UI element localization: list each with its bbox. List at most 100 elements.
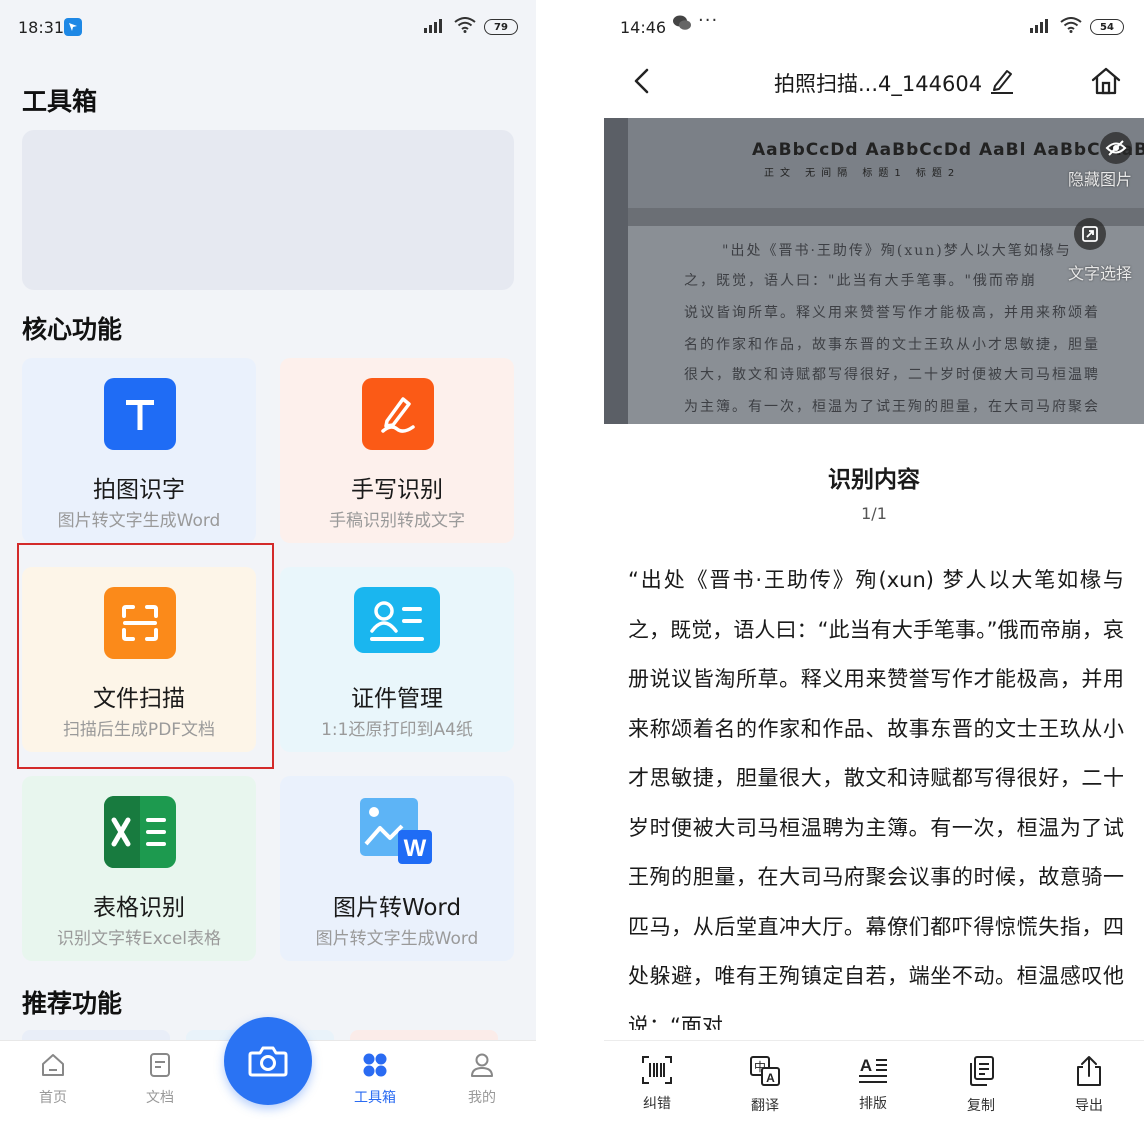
back-button[interactable] [628,66,658,96]
translate-button[interactable]: 中A 翻译 [730,1055,800,1115]
card-table-ocr[interactable]: 表格识别 识别文字转Excel表格 [22,776,256,961]
status-bar: 14:46 ··· 54 [604,0,1144,56]
card-photo-ocr[interactable]: 拍图识字 图片转文字生成Word [22,358,256,543]
handwriting-pen-icon [362,378,434,450]
home-icon [42,1054,64,1076]
photo-ribbon-bar [628,208,1144,226]
wifi-icon [1060,17,1082,37]
card-subtitle: 图片转文字生成Word [57,511,221,531]
wechat-icon [672,14,692,36]
scan-result-screen: 14:46 ··· 54 拍照扫描...4_144604 AaBbCcDd Aa… [604,0,1144,1125]
nav-label: 文档 [146,1090,174,1106]
top-bar: 拍照扫描...4_144604 [604,56,1144,108]
eye-off-icon [1100,132,1132,164]
section-title-recommend: 推荐功能 [22,989,123,1018]
card-subtitle: 图片转文字生成Word [315,929,479,949]
rename-button[interactable] [988,66,1016,98]
nav-toolbox[interactable]: 工具箱 [340,1051,410,1107]
signal-icon [1030,18,1052,37]
page-title: 工具箱 [22,87,98,116]
home-icon [1091,67,1121,95]
nav-home[interactable]: 首页 [18,1051,88,1107]
tool-label: 翻译 [751,1098,779,1114]
tool-label: 导出 [1075,1098,1103,1114]
nav-profile[interactable]: 我的 [447,1051,517,1107]
hide-image-button[interactable]: 隐藏图片 [1068,132,1132,190]
status-bar: 18:31 79 [0,0,536,56]
card-subtitle: 手稿识别转成文字 [329,511,465,531]
photo-text-line: 说议皆询所草。释义用来赞誉写作才能极高，并用来称颂着 [684,305,1100,321]
tool-label: 排版 [859,1096,887,1112]
card-title: 手写识别 [351,477,443,503]
scanned-photo[interactable]: AaBbCcDd AaBbCcDd AaBl AaBbC AaBbC AaBbC… [604,118,1144,424]
nav-documents[interactable]: 文档 [125,1051,195,1107]
cursor-select-icon [1074,218,1106,250]
export-icon [1077,1056,1101,1086]
camera-button[interactable] [224,1017,312,1105]
photo-ribbon: AaBbCcDd AaBbCcDd AaBl AaBbC AaBbC AaBbC… [628,118,1144,208]
photo-text-line: 之，既觉，语人曰："此当有大手笔事。"俄而帝崩 [684,273,1037,289]
photo-text-line: 名的作家和作品，故事东晋的文士王玖从小才思敏捷，胆量 [684,337,1100,353]
card-id-management[interactable]: 证件管理 1:1还原打印到A4纸 [280,567,514,752]
text-t-icon [104,378,176,450]
card-subtitle: 识别文字转Excel表格 [56,929,222,949]
copy-button[interactable]: 复制 [946,1055,1016,1115]
card-subtitle: 1:1还原打印到A4纸 [321,720,473,740]
layout-button[interactable]: A 排版 [838,1055,908,1113]
nav-label: 工具箱 [354,1090,396,1106]
status-time: 14:46 [620,18,667,37]
camera-icon [248,1046,288,1077]
tool-label: 纠错 [643,1096,671,1112]
grid-icon [363,1053,387,1077]
recognized-text: “出处《晋书·王助传》殉(xun) 梦人以大笔如椽与之，既觉，语人曰：“此当有大… [628,568,1124,1030]
card-title: 表格识别 [93,895,185,921]
nav-label: 首页 [39,1090,67,1106]
photo-text-line: 很大，散文和诗赋都写得很好，二十岁时便被大司马桓温聘 [684,367,1100,383]
home-button[interactable] [1090,65,1122,101]
photo-ribbon-caption: 正文 无间隔 标题1 标题2 [764,168,961,179]
text-select-button[interactable] [1074,218,1106,250]
card-image-to-word[interactable]: W 图片转Word 图片转文字生成Word [280,776,514,961]
battery-indicator: 54 [1090,19,1124,35]
user-icon [471,1053,493,1077]
card-title: 拍图识字 [93,477,185,503]
more-notifications-icon: ··· [698,10,719,31]
toolbox-screen: 18:31 79 工具箱 核心功能 拍图识字 图片转文字生成Word 手写识别 … [0,0,536,1125]
translate-icon: 中A [750,1056,780,1086]
text-select-label: 文字选择 [1067,264,1132,283]
recognized-text-area[interactable]: “出处《晋书·王助传》殉(xun) 梦人以大笔如椽与之，既觉，语人曰：“此当有大… [628,530,1124,1030]
photo-text-line: "出处《晋书·王助传》殉(xun)梦人以大笔如椽与 [722,243,1072,259]
photo-text-line: 为主簿。有一次，桓温为了试王殉的胆量，在大司马府聚会 [684,399,1100,415]
svg-text:W: W [404,835,427,862]
document-icon [150,1053,170,1077]
bottom-toolbar: 纠错 中A 翻译 A 排版 复制 导出 [604,1040,1144,1125]
result-heading: 识别内容 [828,467,920,493]
id-card-icon [354,587,440,653]
pencil-icon [991,70,1013,94]
svg-text:A: A [766,1071,775,1085]
promo-banner[interactable] [22,130,514,290]
card-handwriting[interactable]: 手写识别 手稿识别转成文字 [280,358,514,543]
nav-label: 我的 [468,1090,496,1106]
text-select-label-wrap: 文字选择 [1068,258,1132,284]
document-title: 拍照扫描...4_144604 [774,72,983,96]
tool-label: 复制 [967,1098,995,1114]
export-button[interactable]: 导出 [1054,1055,1124,1115]
card-title: 证件管理 [351,686,443,712]
hide-image-label: 隐藏图片 [1067,170,1132,189]
image-to-word-icon: W [358,796,438,868]
barcode-scan-icon [642,1056,672,1084]
wifi-icon [454,17,476,37]
chevron-left-icon [634,68,649,94]
svg-text:A: A [860,1056,872,1075]
status-time: 18:31 [18,18,65,37]
correct-button[interactable]: 纠错 [622,1055,692,1113]
card-title: 图片转Word [332,895,462,921]
excel-icon [104,796,176,868]
page-indicator: 1/1 [861,504,887,523]
signal-icon [424,18,446,37]
app-notification-icon [64,18,82,36]
copy-icon [970,1056,994,1086]
battery-indicator: 79 [484,19,518,35]
text-layout-icon: A [859,1056,887,1083]
